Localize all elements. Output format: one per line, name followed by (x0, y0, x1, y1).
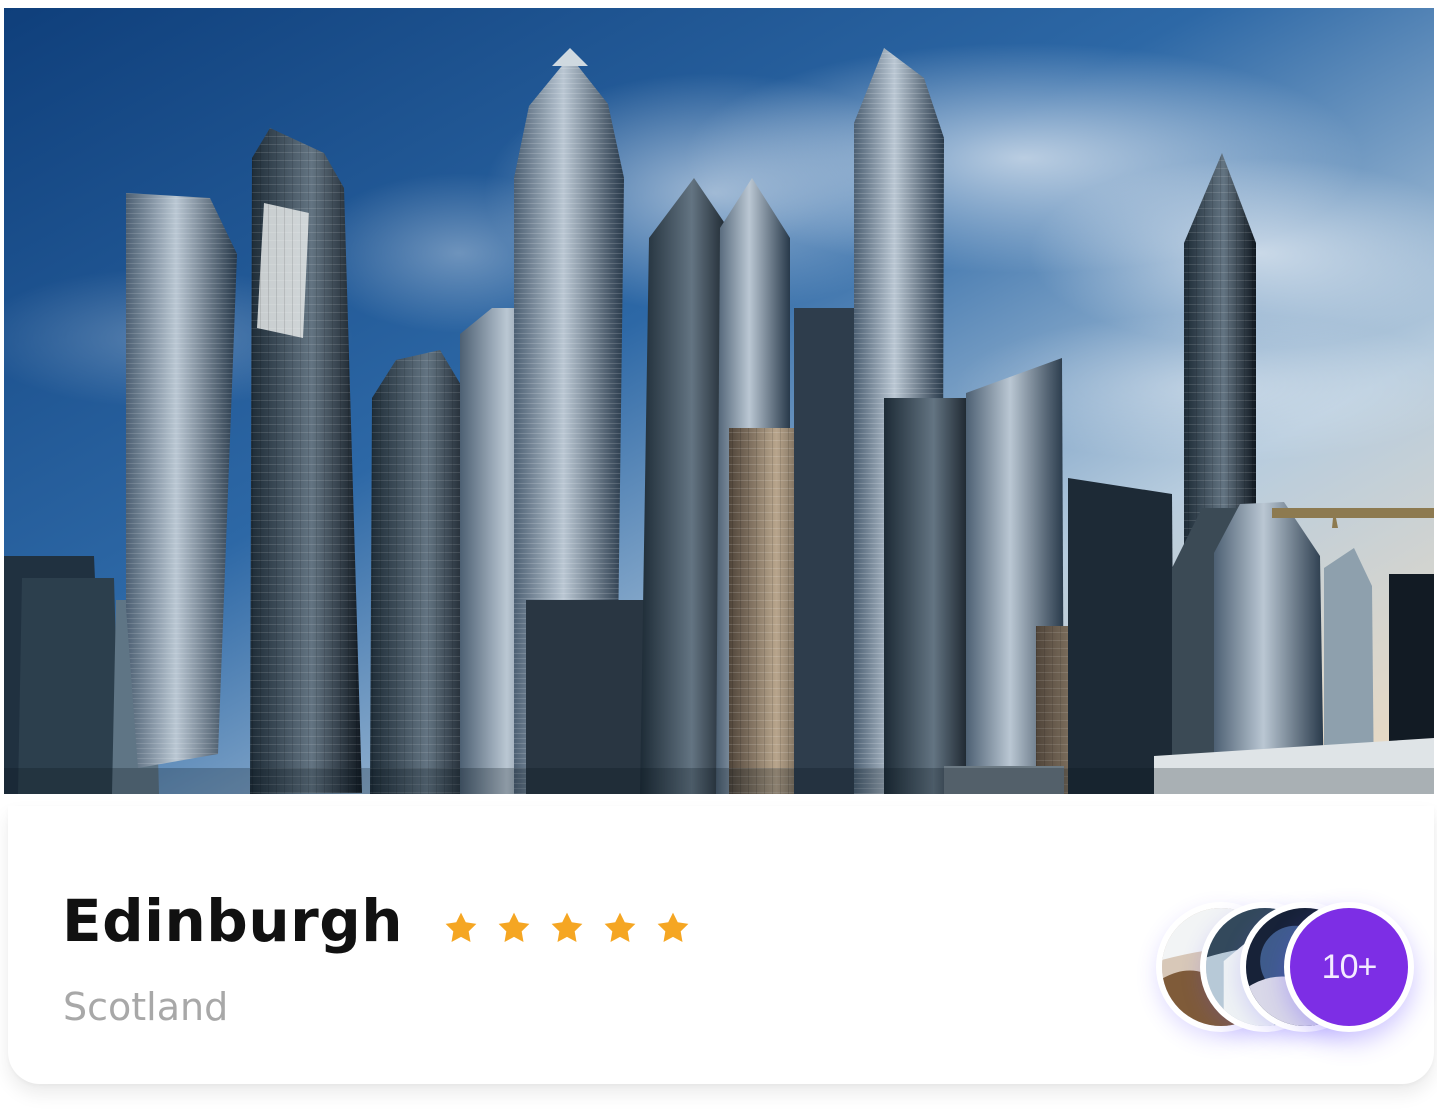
star-icon (547, 908, 587, 948)
card-info-panel: Edinburgh Scotland 10+ (8, 806, 1434, 1084)
star-icon (653, 908, 693, 948)
hero-image (4, 8, 1434, 794)
title-row: Edinburgh (62, 892, 693, 950)
star-icon (441, 908, 481, 948)
more-visitors-count[interactable]: 10+ (1284, 902, 1414, 1032)
star-rating (441, 908, 693, 948)
destination-country: Scotland (63, 985, 229, 1029)
destination-title: Edinburgh (62, 887, 404, 955)
star-icon (494, 908, 534, 948)
visitor-avatar-stack[interactable]: 10+ (1156, 894, 1416, 1032)
star-icon (600, 908, 640, 948)
destination-card[interactable]: Edinburgh Scotland 10+ (0, 0, 1437, 1112)
